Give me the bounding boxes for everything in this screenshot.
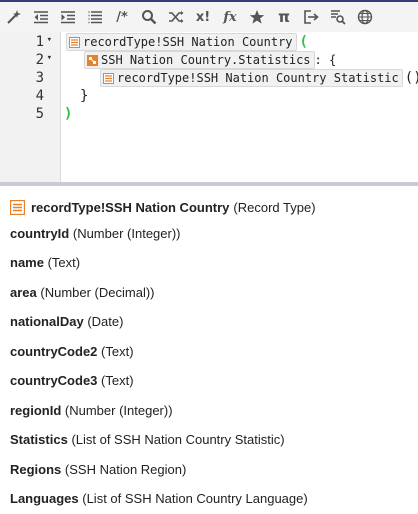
record-type-name: recordType!SSH Nation Country [31, 199, 230, 215]
field-type: (Text) [101, 344, 134, 359]
comment-icon[interactable]: /* [109, 4, 135, 30]
field-row: name (Text) [10, 254, 80, 272]
record-type-icon [103, 72, 114, 84]
call-parens: () [404, 70, 418, 86]
search-icon[interactable] [136, 4, 162, 30]
field-type: (Number (Decimal)) [40, 285, 155, 300]
code-colon-brace: : { [314, 53, 337, 67]
close-paren: ) [64, 106, 73, 122]
pi-label: π [278, 8, 290, 26]
record-info-panel: recordType!SSH Nation Country (Record Ty… [0, 186, 418, 514]
outdent-icon[interactable] [28, 4, 54, 30]
relationship-icon [87, 54, 98, 66]
fx-icon[interactable]: fx [217, 4, 243, 30]
field-row: countryCode2 (Text) [10, 343, 134, 361]
function-x-icon[interactable]: x! [190, 4, 216, 30]
open-paren: ( [299, 34, 308, 50]
pi-icon[interactable]: π [271, 4, 297, 30]
function-x-label: x! [195, 9, 211, 25]
field-row: area (Number (Decimal)) [10, 284, 155, 302]
field-type: (Date) [87, 314, 124, 329]
record-type-icon [69, 36, 80, 48]
line-number-gutter: 1 ▾ 2 ▾ 3 4 5 [0, 32, 61, 182]
line-number: 4 [35, 88, 44, 104]
code-line-4: } [80, 87, 88, 105]
code-line-3: recordType!SSH Nation Country Statistic … [100, 69, 418, 87]
fx-label: fx [223, 9, 237, 25]
magic-wand-icon[interactable] [1, 4, 27, 30]
export-icon[interactable] [298, 4, 324, 30]
field-name: countryCode3 [10, 373, 98, 388]
code-line-5: ) [64, 105, 72, 123]
record-type-token[interactable]: recordType!SSH Nation Country Statistic [100, 69, 403, 87]
fold-toggle-icon[interactable]: ▾ [47, 53, 52, 63]
field-name: nationalDay [10, 314, 84, 329]
expression-toolbar: /* x! fx π [0, 2, 418, 32]
field-type: (SSH Nation Region) [64, 462, 187, 477]
list-icon[interactable] [82, 4, 108, 30]
field-name: Statistics [10, 432, 68, 447]
record-type-kind: (Record Type) [233, 199, 316, 215]
field-type: (Text) [47, 255, 81, 270]
field-row: countryCode3 (Text) [10, 372, 134, 390]
record-type-icon [10, 199, 25, 215]
line-number: 5 [35, 106, 44, 122]
field-row: regionId (Number (Integer)) [10, 402, 173, 420]
code-line-2: SSH Nation Country.Statistics : { [84, 51, 336, 69]
record-type-token[interactable]: recordType!SSH Nation Country [66, 33, 297, 51]
field-name: countryCode2 [10, 344, 98, 359]
field-type: (Number (Integer)) [72, 226, 181, 241]
field-name: name [10, 255, 44, 270]
relationship-token-label: SSH Nation Country.Statistics [101, 53, 311, 67]
field-row: countryId (Number (Integer)) [10, 225, 181, 243]
field-row: Statistics (List of SSH Nation Country S… [10, 431, 285, 449]
close-brace: } [80, 88, 89, 104]
star-icon[interactable] [244, 4, 270, 30]
line-number: 1 ▾ [35, 34, 52, 50]
field-name: countryId [10, 226, 70, 241]
record-type-token-label: recordType!SSH Nation Country [83, 35, 293, 49]
code-line-1: recordType!SSH Nation Country ( [66, 33, 308, 51]
find-replace-icon[interactable] [325, 4, 351, 30]
relationship-token[interactable]: SSH Nation Country.Statistics [84, 51, 315, 69]
field-type: (Text) [101, 373, 134, 388]
globe-icon[interactable] [352, 4, 378, 30]
comment-icon-label: /* [116, 9, 128, 25]
field-name: area [10, 285, 37, 300]
record-type-token-label: recordType!SSH Nation Country Statistic [117, 71, 399, 85]
expression-editor[interactable]: 1 ▾ 2 ▾ 3 4 5 recordType!SSH Nation Countr… [0, 32, 418, 182]
record-type-header: recordType!SSH Nation Country (Record Ty… [10, 198, 316, 216]
field-row: Regions (SSH Nation Region) [10, 461, 186, 479]
fold-toggle-icon[interactable]: ▾ [47, 35, 52, 45]
field-type: (List of SSH Nation Country Statistic) [71, 432, 285, 447]
indent-icon[interactable] [55, 4, 81, 30]
shuffle-icon[interactable] [163, 4, 189, 30]
field-name: regionId [10, 403, 62, 418]
line-number: 2 ▾ [35, 52, 52, 68]
field-type: (Number (Integer)) [64, 403, 173, 418]
field-row: Languages (List of SSH Nation Country La… [10, 490, 308, 508]
field-name: Languages [10, 491, 79, 506]
field-name: Regions [10, 462, 62, 477]
field-type: (List of SSH Nation Country Language) [82, 491, 308, 506]
line-number: 3 [35, 70, 44, 86]
field-row: nationalDay (Date) [10, 313, 123, 331]
